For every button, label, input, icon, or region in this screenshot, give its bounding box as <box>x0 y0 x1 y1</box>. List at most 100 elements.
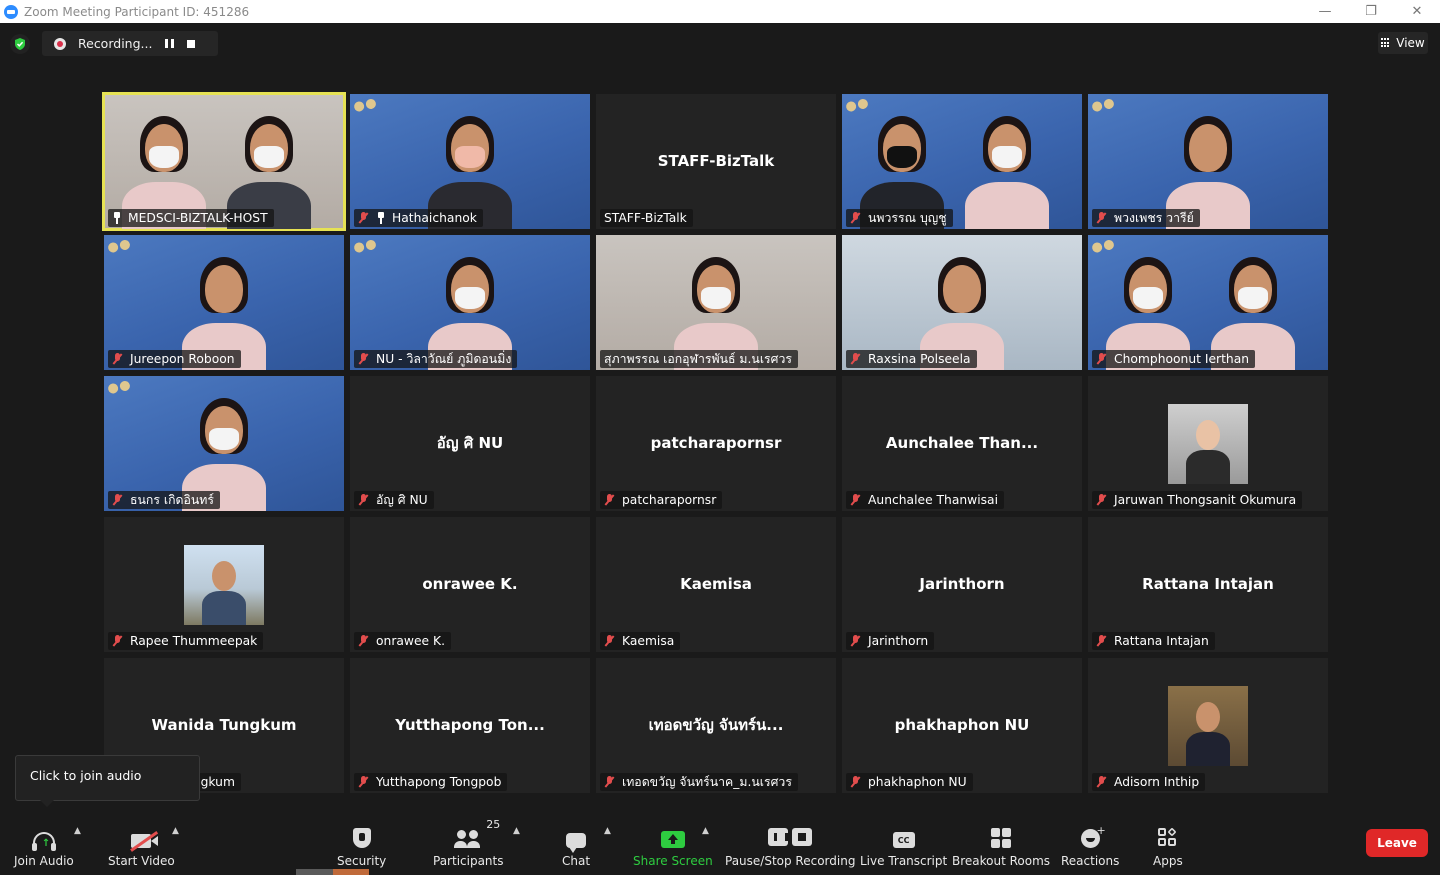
participant-name-label: ธนกร เกิดอินทร์ <box>108 491 221 509</box>
security-button[interactable]: Security <box>337 822 386 868</box>
recording-indicator: Recording... <box>42 31 218 56</box>
participants-button[interactable]: 25 Participants <box>433 818 504 868</box>
participant-name: Adisorn Inthip <box>1114 775 1200 789</box>
audio-options-caret-icon[interactable]: ▲ <box>74 826 81 836</box>
muted-mic-icon <box>850 635 861 647</box>
participant-tile[interactable]: Rapee Thummeepak <box>104 517 344 652</box>
participant-tile[interactable]: นพวรรณ บุญชู <box>842 94 1082 229</box>
participant-name: STAFF-BizTalk <box>604 211 687 225</box>
start-video-button[interactable]: Start Video <box>108 822 175 868</box>
participant-profile-photo <box>184 545 264 625</box>
pause-stop-recording-label: Pause/Stop Recording <box>725 854 856 868</box>
participant-name: Rattana Intajan <box>1114 634 1209 648</box>
participants-icon <box>454 830 482 848</box>
security-label: Security <box>337 854 387 868</box>
active-speaker-tile[interactable]: MEDSCI-BIZTALK-HOST <box>102 92 346 231</box>
participant-name: Raxsina Polseela <box>868 352 971 366</box>
restore-button[interactable]: ❐ <box>1348 0 1394 23</box>
recording-dot-icon <box>54 37 66 50</box>
apps-label: Apps <box>1153 854 1183 868</box>
muted-mic-icon <box>850 353 861 365</box>
chat-options-caret-icon[interactable]: ▲ <box>604 826 611 836</box>
window-title: Zoom Meeting Participant ID: 451286 <box>24 4 250 19</box>
participant-name-label: สุภาพรรณ เอกอุฬารพันธ์ ม.นเรศวร <box>600 350 798 368</box>
view-button[interactable]: View <box>1378 32 1428 54</box>
participant-tile[interactable]: Raxsina Polseela <box>842 235 1082 370</box>
participant-name-label: Rapee Thummeepak <box>108 632 264 650</box>
share-screen-button[interactable]: Share Screen <box>633 822 713 868</box>
chat-button[interactable]: Chat <box>562 822 590 868</box>
video-options-caret-icon[interactable]: ▲ <box>172 826 179 836</box>
participant-name: onrawee K. <box>376 634 445 648</box>
participant-tile[interactable]: Rattana Intajan Rattana Intajan <box>1088 517 1328 652</box>
participant-tile[interactable]: อัญ ศิ NU อัญ ศิ NU <box>350 376 590 511</box>
participant-name: Hathaichanok <box>392 211 477 225</box>
participants-options-caret-icon[interactable]: ▲ <box>513 826 520 836</box>
participant-tile[interactable]: Jarinthorn Jarinthorn <box>842 517 1082 652</box>
leave-button[interactable]: Leave <box>1366 829 1428 857</box>
muted-mic-icon <box>604 776 615 788</box>
share-screen-label: Share Screen <box>633 854 713 868</box>
pause-stop-recording-button[interactable]: Pause/Stop Recording <box>725 820 855 868</box>
participant-name: พวงเพชร วารีย์ <box>1114 210 1194 225</box>
participant-name: อัญ ศิ NU <box>376 492 428 507</box>
participant-tile[interactable]: ธนกร เกิดอินทร์ <box>104 376 344 511</box>
tooltip-text: Click to join audio <box>30 768 142 783</box>
participant-tile[interactable]: Chomphoonut Ierthan <box>1088 235 1328 370</box>
participant-tile[interactable]: Kaemisa Kaemisa <box>596 517 836 652</box>
toolbar-divider-accent <box>333 869 369 875</box>
reactions-smiley-icon: + <box>1080 824 1106 848</box>
participant-name: Yutthapong Tongpob <box>376 775 502 789</box>
apps-icon <box>1157 827 1178 848</box>
minimize-button[interactable]: — <box>1302 0 1348 23</box>
apps-button[interactable]: Apps <box>1153 822 1183 868</box>
muted-mic-icon <box>604 494 615 506</box>
participant-tile[interactable]: phakhaphon NU phakhaphon NU <box>842 658 1082 793</box>
share-options-caret-icon[interactable]: ▲ <box>702 826 709 836</box>
participant-tile[interactable]: STAFF-BizTalk STAFF-BizTalk <box>596 94 836 229</box>
participant-name-label: Jarinthorn <box>846 632 935 650</box>
participant-tile[interactable]: Aunchalee Than... Aunchalee Thanwisai <box>842 376 1082 511</box>
participant-name: Rapee Thummeepak <box>130 634 258 648</box>
participant-name: Jureepon Roboon <box>130 352 235 366</box>
stop-recording-button[interactable] <box>180 33 202 55</box>
participant-name-label: อัญ ศิ NU <box>354 491 434 509</box>
participant-name-label: Chomphoonut Ierthan <box>1092 350 1256 368</box>
participant-tile[interactable]: patcharapornsr patcharapornsr <box>596 376 836 511</box>
participant-tile[interactable]: พวงเพชร วารีย์ <box>1088 94 1328 229</box>
pause-icon <box>164 39 174 48</box>
pause-recording-button[interactable] <box>158 33 180 55</box>
participant-tile[interactable]: onrawee K. onrawee K. <box>350 517 590 652</box>
participant-tile[interactable]: เทอดขวัญ จันทร์น... เทอดขวัญ จันทร์นาค_ม.… <box>596 658 836 793</box>
pin-icon <box>376 212 386 224</box>
meeting-toolbar: ↑ Join Audio ▲ Start Video ▲ Security 25… <box>0 812 1440 875</box>
pause-stop-recording-icon <box>768 828 813 846</box>
muted-mic-icon <box>850 212 861 224</box>
live-transcript-button[interactable]: CC Live Transcript <box>860 822 947 868</box>
muted-mic-icon <box>358 353 369 365</box>
breakout-rooms-button[interactable]: Breakout Rooms <box>952 822 1050 868</box>
participant-tile[interactable]: Jureepon Roboon <box>104 235 344 370</box>
participant-name: Jarinthorn <box>868 634 929 648</box>
reactions-button[interactable]: + Reactions <box>1061 822 1119 868</box>
participant-tile[interactable]: NU - วิลาวัณย์ ภูมิดอนมิ่ง <box>350 235 590 370</box>
participant-tile[interactable]: Yutthapong Ton... Yutthapong Tongpob <box>350 658 590 793</box>
participant-profile-photo <box>1168 404 1248 484</box>
participant-name-label: NU - วิลาวัณย์ ภูมิดอนมิ่ง <box>354 350 518 368</box>
join-audio-button[interactable]: ↑ Join Audio <box>14 822 74 868</box>
start-video-label: Start Video <box>108 854 175 868</box>
muted-mic-icon <box>358 212 369 224</box>
participant-name-label: Adisorn Inthip <box>1092 773 1206 791</box>
participant-name-label: Rattana Intajan <box>1092 632 1215 650</box>
participant-name: นพวรรณ บุญชู <box>868 210 947 225</box>
encryption-shield-icon[interactable] <box>10 34 30 54</box>
close-button[interactable]: ✕ <box>1394 0 1440 23</box>
participant-tile[interactable]: Hathaichanok <box>350 94 590 229</box>
participant-name-label: Jaruwan Thongsanit Okumura <box>1092 491 1303 509</box>
participant-name-label: Jureepon Roboon <box>108 350 241 368</box>
zoom-logo-icon <box>4 4 18 19</box>
participant-tile[interactable]: Jaruwan Thongsanit Okumura <box>1088 376 1328 511</box>
participant-tile[interactable]: สุภาพรรณ เอกอุฬารพันธ์ ม.นเรศวร <box>596 235 836 370</box>
participant-tile[interactable]: Adisorn Inthip <box>1088 658 1328 793</box>
muted-mic-icon <box>850 776 861 788</box>
